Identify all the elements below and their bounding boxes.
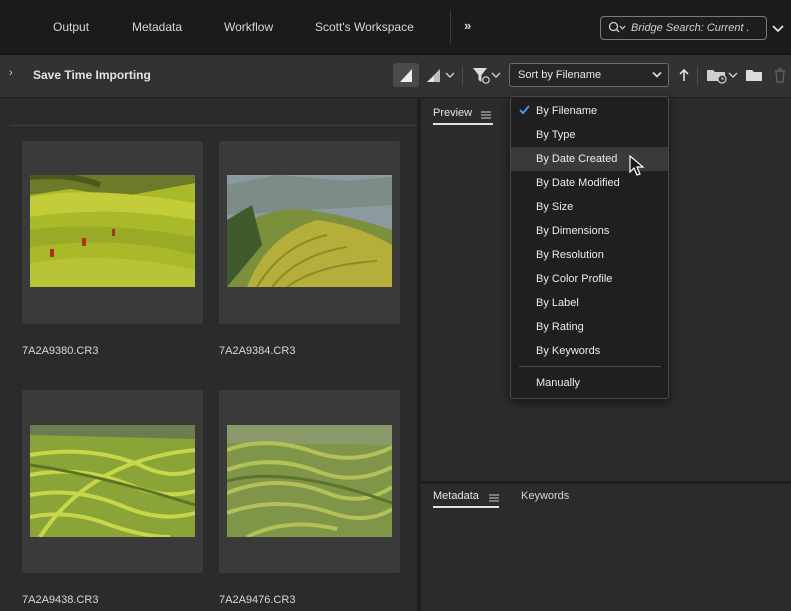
thumbnail-image [30,425,195,537]
toolbar-divider [462,66,463,86]
thumbnail-filename[interactable]: 7A2A9380.CR3 [22,345,98,357]
thumbnail-image [227,425,392,537]
thumbnail-filename[interactable]: 7A2A9438.CR3 [22,594,98,606]
sort-dropdown[interactable]: Sort by Filename [509,63,669,87]
toolbar-divider [697,66,698,86]
workspace-tab-metadata[interactable]: Metadata [132,0,182,54]
search-icon [608,21,626,33]
thumbnail-filename[interactable]: 7A2A9476.CR3 [219,594,295,606]
menu-item-by-color-profile[interactable]: By Color Profile [511,267,668,291]
content-panel-header [10,98,417,126]
recent-folder-icon[interactable] [705,63,739,87]
menu-item-by-filename[interactable]: By Filename [511,99,668,123]
menu-item-by-dimensions[interactable]: By Dimensions [511,219,668,243]
check-icon [519,105,530,115]
thumbnail-image [30,175,195,287]
search-box[interactable] [600,16,767,40]
tab-metadata[interactable]: Metadata [433,490,479,502]
workspace-bar: Output Metadata Workflow Scott's Workspa… [0,0,791,55]
content-panel: 7A2A9380.CR3 7A2A9384.CR3 7A2A9438.CR3 7… [10,98,417,611]
path-chevron-icon[interactable]: › [9,67,13,79]
tab-preview[interactable]: Preview [433,107,472,119]
workspace-tab-scotts-workspace[interactable]: Scott's Workspace [315,0,414,54]
thumbnail-filename[interactable]: 7A2A9384.CR3 [219,345,295,357]
menu-separator [519,366,661,367]
quality-options-icon[interactable] [424,63,458,87]
active-tab-indicator [433,123,493,125]
menu-item-by-type[interactable]: By Type [511,123,668,147]
trash-icon[interactable] [772,63,788,87]
workspace-tab-workflow[interactable]: Workflow [224,0,273,54]
menu-item-by-rating[interactable]: By Rating [511,315,668,339]
workspace-divider [450,10,451,44]
thumbnail-card[interactable] [22,141,203,324]
menu-item-by-keywords[interactable]: By Keywords [511,339,668,363]
sort-dropdown-label: Sort by Filename [518,69,602,81]
thumbnail-card[interactable] [219,390,400,573]
menu-item-by-resolution[interactable]: By Resolution [511,243,668,267]
menu-item-by-label[interactable]: By Label [511,291,668,315]
sort-menu: By Filename By Type By Date Created By D… [510,96,669,399]
path-bar: › Save Time Importing Sort by Filename [0,55,791,98]
menu-item-manually[interactable]: Manually [511,371,668,395]
panel-menu-icon[interactable] [481,111,491,119]
menu-item-by-size[interactable]: By Size [511,195,668,219]
sort-ascending-icon[interactable] [676,63,692,87]
cursor-icon [629,155,645,176]
active-tab-indicator [433,506,499,508]
thumbnail-quality-button[interactable] [393,63,419,87]
new-folder-icon[interactable] [745,63,763,87]
filter-icon[interactable] [470,63,504,87]
workspace-tab-output[interactable]: Output [53,0,89,54]
thumbnail-card[interactable] [22,390,203,573]
thumbnail-image [227,175,392,287]
staircase-icon [400,69,412,82]
panel-menu-icon[interactable] [489,494,499,502]
tab-keywords[interactable]: Keywords [521,490,569,502]
metadata-panel: Metadata Keywords [421,484,791,611]
thumbnail-card[interactable] [219,141,400,324]
chevron-down-icon[interactable] [768,18,788,38]
more-workspaces-button[interactable]: » [464,0,471,54]
breadcrumb[interactable]: Save Time Importing [33,68,151,82]
search-input[interactable] [631,20,761,36]
menu-item-label: By Filename [536,105,598,117]
chevron-down-icon [652,71,662,78]
